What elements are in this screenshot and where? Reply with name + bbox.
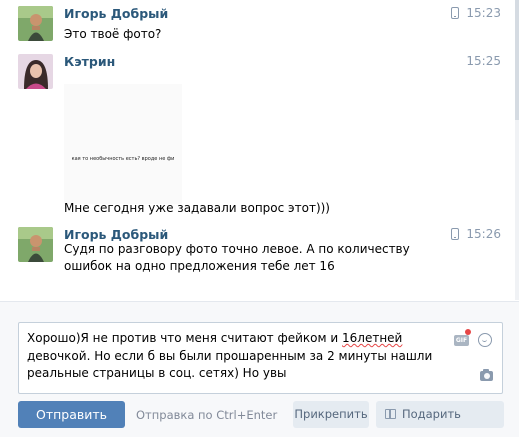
avatar-ketrin[interactable] <box>18 54 53 89</box>
message-text-line-1: Судя по разговору фото точно левое. А по… <box>64 242 410 256</box>
message-time[interactable]: 15:23 <box>466 6 501 20</box>
message-time[interactable]: 15:26 <box>466 227 501 241</box>
send-button[interactable]: Отправить <box>18 401 125 428</box>
message-2: Кэтрин 15:25 кая то необычность есть? вр… <box>18 54 505 224</box>
draft-text-part-1: Хорошо)Я не против что меня считают фейк… <box>27 331 342 345</box>
scrollbar-thumb[interactable] <box>515 0 519 120</box>
mobile-phone-icon <box>451 228 459 240</box>
mobile-phone-icon <box>451 7 459 19</box>
camera-icon[interactable] <box>480 369 493 381</box>
avatar-igor[interactable] <box>18 6 53 41</box>
photo-caption: кая то необычность есть? вроде не фи <box>71 156 175 162</box>
author-name[interactable]: Кэтрин <box>64 54 115 69</box>
photo-attachment[interactable]: кая то необычность есть? вроде не фи <box>64 84 182 204</box>
message-text: Это твоё фото? <box>64 27 162 41</box>
send-hint[interactable]: Отправка по Ctrl+Enter <box>136 408 277 422</box>
message-composer: Хорошо)Я не против что меня считают фейк… <box>0 301 519 437</box>
draft-text-part-2: девочкой. Но если б вы были прошаренным … <box>27 348 433 381</box>
message-input[interactable]: Хорошо)Я не против что меня считают фейк… <box>18 322 503 394</box>
attach-button[interactable]: Прикрепить <box>293 401 369 428</box>
misspelled-word[interactable]: 16летней <box>342 331 402 345</box>
message-draft[interactable]: Хорошо)Я не против что меня считают фейк… <box>27 330 457 383</box>
avatar-igor[interactable] <box>18 227 53 262</box>
gift-button[interactable]: Подарить подарок <box>376 401 504 437</box>
message-time[interactable]: 15:25 <box>466 54 501 68</box>
sticker-icon[interactable] <box>478 333 492 347</box>
message-text-line-2: ошибок на одно предложения тебе лет 16 <box>64 259 335 273</box>
gift-icon <box>385 409 396 419</box>
gif-icon[interactable]: GIF <box>454 335 469 346</box>
author-name[interactable]: Игорь Добрый <box>64 227 168 242</box>
message-1: Игорь Добрый 15:23 Это твоё фото? <box>18 6 505 46</box>
message-text: Мне сегодня уже задавали вопрос этот))) <box>64 201 330 215</box>
author-name[interactable]: Игорь Добрый <box>64 6 168 21</box>
gift-button-label: Подарить подарок <box>402 407 461 437</box>
message-3: Игорь Добрый 15:26 Судя по разговору фот… <box>18 227 505 287</box>
notification-dot-icon <box>465 329 471 335</box>
